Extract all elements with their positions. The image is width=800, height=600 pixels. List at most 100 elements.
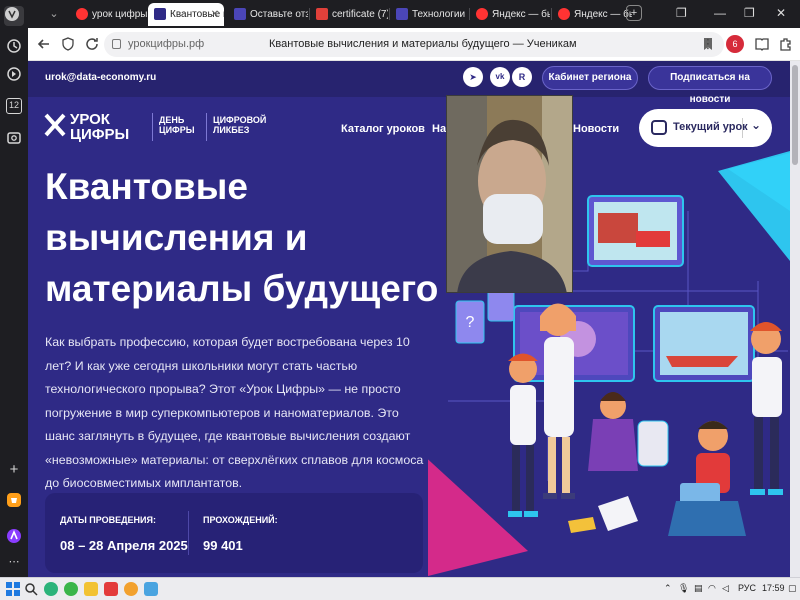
pencil-shape [568,517,596,533]
subscribe-button[interactable]: Подписаться на новости [648,66,772,105]
new-tab-button[interactable]: + [626,5,642,21]
fire-truck-shape [636,231,670,247]
tab-title: certificate (7).p [332,9,388,20]
boy-left-figure [508,353,538,517]
chevron-down-icon: ⌄ [751,118,762,132]
notification-icon[interactable]: ▢ [788,583,797,594]
passes-label: ПРОХОЖДЕНИЙ: [203,515,278,525]
edge-browser-icon[interactable] [44,582,58,596]
dates-label: ДАТЫ ПРОВЕДЕНИЯ: [60,515,156,525]
market-icon[interactable] [6,492,22,508]
card-divider [188,511,189,555]
close-tab-icon[interactable]: ✕ [211,3,219,26]
browser-menu-icon[interactable] [2,5,22,23]
volume-icon[interactable]: ◁ [722,583,729,594]
telegram-icon[interactable]: ➤ [463,67,483,87]
yandex-icon [76,8,88,20]
logo-divider [152,113,153,141]
search-icon[interactable] [24,582,38,596]
history-icon[interactable] [6,38,22,54]
tab-title: Оставьте отзы [250,9,308,20]
current-lesson-button[interactable]: Текущий урок ⌄ [639,109,772,147]
rutube-icon[interactable]: R [512,67,532,87]
webcam-overlay[interactable] [446,95,573,293]
extensions-icon[interactable] [778,36,794,52]
boy-right-figure [750,322,783,495]
region-cabinet-button[interactable]: Кабинет региона [542,66,638,90]
microphone-icon[interactable]: 🎙 [678,583,689,594]
yandex-red-icon[interactable] [104,582,118,596]
nav-news[interactable]: Новости [573,123,619,135]
chevron-up-icon[interactable]: ⌃ [664,583,672,594]
building-shape [598,213,638,243]
windows-start-icon[interactable] [6,582,20,596]
boy-laptop-figure [668,421,746,536]
nav-catalog[interactable]: Каталог уроков [341,123,425,135]
tab-3[interactable]: certificate (7).p [310,3,388,26]
url-text: урокцифры.рф [128,38,205,50]
tab-1[interactable]: Квантовые в ✕ [148,3,224,26]
hero-title: Квантовые вычисления и материалы будущег… [45,166,439,309]
girl-sitting-figure [588,392,669,471]
vk-icon[interactable]: vk [490,67,510,87]
page-scrollbar[interactable] [790,61,800,577]
yandex-browser-icon[interactable] [124,582,138,596]
protect-shield-icon[interactable] [60,36,76,52]
reading-mode-icon[interactable] [754,36,770,52]
tab-bar: ⌄ урок цифры те Квантовые в ✕ Оставьте о… [5,0,800,28]
url-field[interactable]: урокцифры.рф Квантовые вычисления и мате… [104,32,724,57]
more-icon[interactable]: ⋯ [6,554,22,570]
logo-day-of-digit[interactable]: ДЕНЬ ЦИФРЫ [159,115,195,135]
windows-taskbar: ⌃ 🎙 ▤ ◠ ◁ РУС 17:59 ▢ [0,577,800,600]
clock-time[interactable]: 17:59 [762,583,785,593]
robot-icon [651,120,667,135]
webcam-person-image [447,96,572,292]
tab-2[interactable]: Оставьте отзы [228,3,308,26]
downloads-icon[interactable] [6,66,22,82]
tab-title: Яндекс — быст [574,9,632,20]
nav-item-partial[interactable]: На [432,123,446,135]
app-icon-green[interactable] [64,582,78,596]
restore-window-icon[interactable]: ❐ [744,6,755,20]
scrollbar-thumb[interactable] [792,65,798,165]
current-lesson-label: Текущий урок [673,121,748,133]
add-panel-icon[interactable]: + [6,462,22,478]
yandex-icon [476,8,488,20]
page-title-in-address: Квантовые вычисления и материалы будущег… [269,38,577,50]
tab-title: Яндекс — быст [492,9,550,20]
back-arrow-icon[interactable] [36,36,52,52]
wifi-icon[interactable]: ◠ [708,583,716,594]
tabs-dropdown-icon[interactable]: ⌄ [44,5,64,23]
close-window-icon[interactable]: ✕ [776,6,786,20]
more-menu-icon[interactable]: ⋮ [700,36,716,52]
yandex-icon [558,8,570,20]
file-explorer-icon[interactable] [84,582,98,596]
badge-12[interactable]: 12 [6,98,22,114]
language-indicator[interactable]: РУС [738,583,756,593]
dates-value: 08 – 28 Апреля 2025 [60,538,188,553]
urok-cifry-icon [396,8,408,20]
reload-icon[interactable] [84,36,100,52]
tab-title: урок цифры те [92,9,148,20]
minimize-window-icon[interactable]: — [714,6,726,20]
tab-title: Технологии со [412,9,468,20]
logo-digital-likbez[interactable]: ЦИФРОВОЙ ЛИКБЕЗ [213,115,266,135]
chat-app-icon[interactable] [144,582,158,596]
logo-mark-icon [44,113,66,137]
logo-text: УРОК ЦИФРЫ [70,111,130,143]
tab-5[interactable]: Яндекс — быст [470,3,550,26]
collections-icon[interactable]: ❐ [676,6,687,20]
tab-6[interactable]: Яндекс — быст [552,3,632,26]
passes-value: 99 401 [203,538,243,553]
paper-shape [598,496,638,531]
browser-left-sidebar: 7 12 + ⋯ [0,0,28,577]
lesson-info-card: ДАТЫ ПРОВЕДЕНИЯ: 08 – 28 Апреля 2025 ПРО… [45,493,423,573]
contact-email[interactable]: urok@data-economy.ru [45,72,156,83]
question-mark: ? [466,314,475,331]
profile-badge[interactable]: 6 [726,35,744,53]
screenshot-icon[interactable] [6,130,22,146]
tab-4[interactable]: Технологии со [390,3,468,26]
alice-icon[interactable] [6,528,22,544]
tab-0[interactable]: урок цифры те [70,3,148,26]
network-icon[interactable]: ▤ [694,583,703,594]
